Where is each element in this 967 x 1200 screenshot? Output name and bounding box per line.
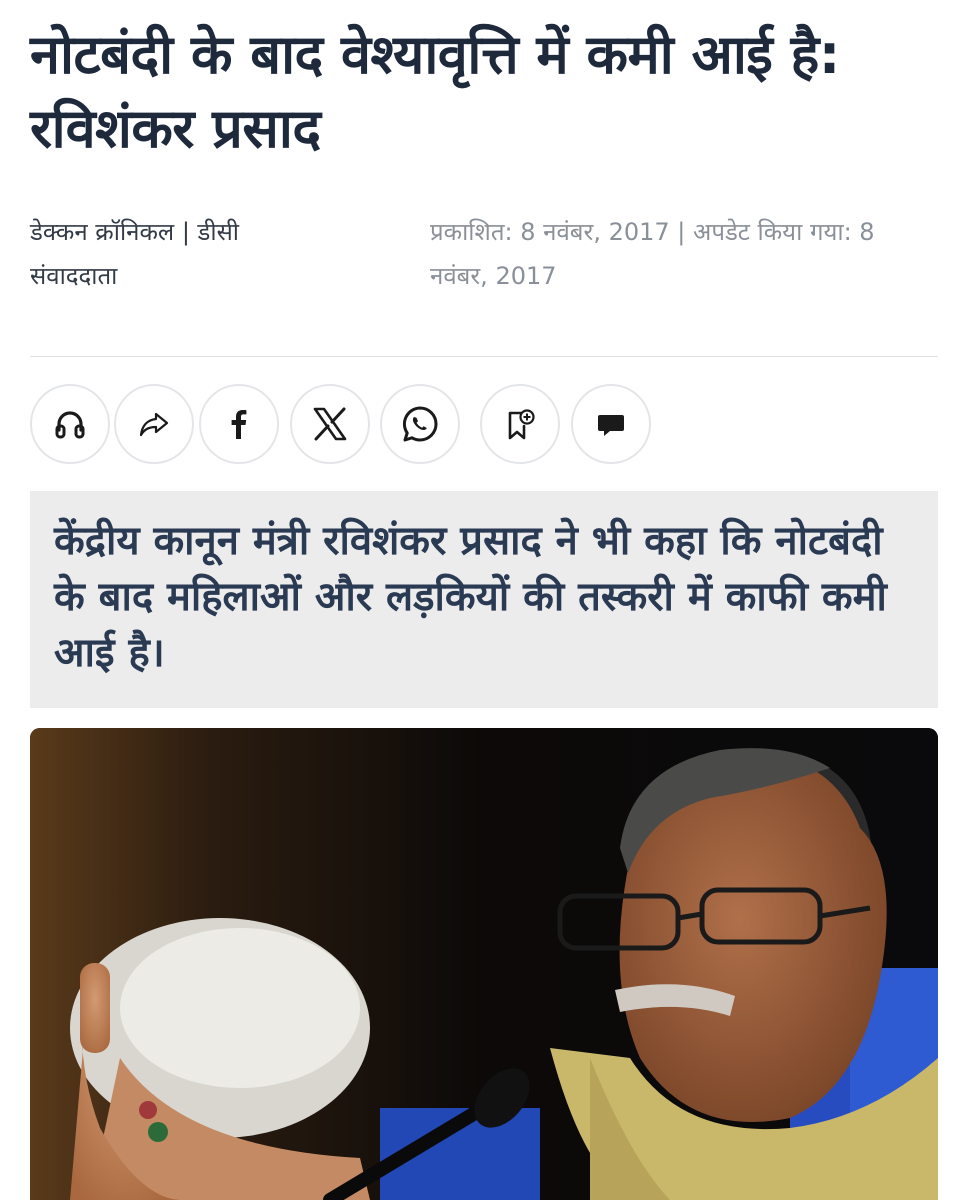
bookmark-button[interactable] [480,384,560,464]
facebook-share-button[interactable] [199,384,279,464]
x-share-button[interactable] [290,384,370,464]
headphones-icon [55,411,85,439]
bookmark-add-icon [508,409,535,440]
share-arrow-icon [139,412,169,437]
byline[interactable]: डेक्कन क्रॉनिकल | डीसी संवाददाता [30,210,330,298]
comment-icon [598,415,624,436]
share-button[interactable] [114,384,194,464]
divider [30,356,938,357]
article-summary: केंद्रीय कानून मंत्री रविशंकर प्रसाद ने … [30,491,938,708]
facebook-icon [231,410,247,439]
article-photo[interactable] [30,728,938,1200]
article-headline: नोटबंदी के बाद वेश्यावृत्ति में कमी आई ह… [30,23,840,160]
whatsapp-icon [402,406,438,442]
whatsapp-share-button[interactable] [380,384,460,464]
x-icon [313,407,347,441]
comment-button[interactable] [571,384,651,464]
listen-button[interactable] [30,384,110,464]
publish-dates: प्रकाशित: 8 नवंबर, 2017 | अपडेट किया गया… [430,218,875,290]
